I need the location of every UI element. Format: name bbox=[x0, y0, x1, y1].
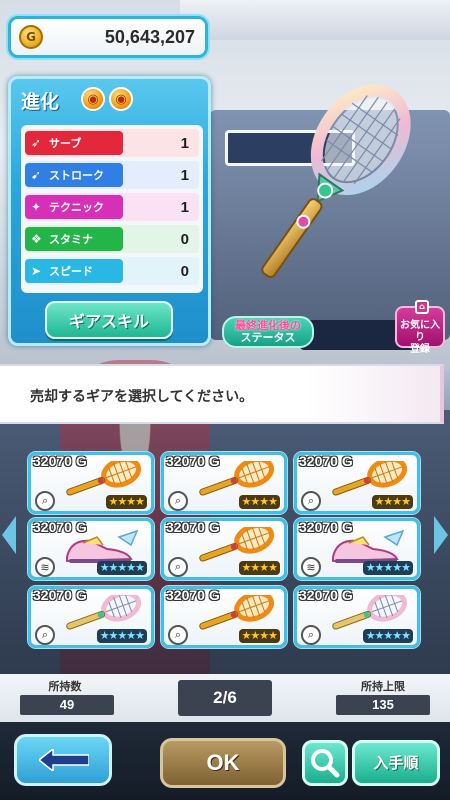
rarity-stars: ★★★★★ bbox=[362, 629, 413, 643]
gold-coin-icon: G bbox=[19, 25, 43, 49]
owned-count-value: 49 bbox=[20, 695, 114, 715]
gear-card[interactable]: 32070 G ⌕ ★★★★ bbox=[28, 452, 154, 514]
rarity-stars: ★★★★★ bbox=[362, 561, 413, 575]
stat-row-stamina: ❖ スタミナ 0 bbox=[25, 225, 199, 253]
featured-racket-image bbox=[261, 84, 411, 279]
gear-sell-price: 32070 G bbox=[166, 453, 220, 469]
stat-label: サーブ bbox=[49, 137, 82, 150]
currency-bar: G 50,643,207 bbox=[8, 16, 208, 58]
gear-sell-price: 32070 G bbox=[299, 453, 353, 469]
rarity-stars: ★★★★ bbox=[238, 629, 280, 643]
stat-label: ストローク bbox=[49, 169, 104, 182]
stat-tag-stroke: ➹ ストローク bbox=[25, 163, 123, 187]
ok-button[interactable]: OK bbox=[160, 738, 286, 788]
instruction-text: 売却するギアを選択してください。 bbox=[30, 389, 254, 405]
gear-card[interactable]: 32070 G ⌕ ★★★★★ bbox=[294, 586, 420, 648]
stat-label: テクニック bbox=[49, 201, 104, 214]
racket-type-icon: ⌕ bbox=[301, 491, 321, 511]
stat-value: 1 bbox=[180, 166, 189, 184]
stamina-icon: ❖ bbox=[31, 232, 42, 246]
serve-icon: ➶ bbox=[31, 136, 42, 150]
stat-row-stroke: ➹ ストローク 1 bbox=[25, 161, 199, 189]
gear-sell-price: 32070 G bbox=[33, 587, 87, 603]
stat-row-technique: ✦ テクニック 1 bbox=[25, 193, 199, 221]
speed-icon: ➤ bbox=[31, 264, 42, 278]
stat-label: スピード bbox=[49, 265, 93, 278]
favorite-label-line1: お気に入り bbox=[400, 320, 440, 343]
rarity-stars: ★★★★ bbox=[238, 561, 280, 575]
stat-value: 1 bbox=[180, 198, 189, 216]
gear-card[interactable]: 32070 G ≋ ★★★★★ bbox=[294, 518, 420, 580]
rarity-stars: ★★★★★ bbox=[96, 561, 147, 575]
gear-card[interactable]: 32070 G ≋ ★★★★★ bbox=[28, 518, 154, 580]
owned-count-label: 所持数 bbox=[48, 680, 82, 693]
gear-sell-price: 32070 G bbox=[33, 453, 87, 469]
gear-card[interactable]: 32070 G ⌕ ★★★★ bbox=[294, 452, 420, 514]
gear-card[interactable]: 32070 G ⌕ ★★★★★ bbox=[28, 586, 154, 648]
back-arrow-icon bbox=[39, 749, 89, 771]
gear-sell-price: 32070 G bbox=[166, 519, 220, 535]
shoes-type-icon: ≋ bbox=[35, 557, 55, 577]
rarity-stars: ★★★★ bbox=[105, 495, 147, 509]
stat-value: 0 bbox=[180, 262, 189, 280]
racket-type-icon: ⌕ bbox=[168, 491, 188, 511]
technique-icon: ✦ bbox=[31, 200, 42, 214]
gear-skill-button[interactable]: ギアスキル bbox=[45, 301, 173, 339]
stat-tag-stamina: ❖ スタミナ bbox=[25, 227, 123, 251]
racket-type-icon: ⌕ bbox=[301, 625, 321, 645]
stat-value: 1 bbox=[180, 134, 189, 152]
gear-sell-price: 32070 G bbox=[166, 587, 220, 603]
rarity-stars: ★★★★ bbox=[371, 495, 413, 509]
currency-amount: 50,643,207 bbox=[104, 26, 195, 47]
gear-card[interactable]: 32070 G ⌕ ★★★★ bbox=[161, 518, 287, 580]
stat-tag-technique: ✦ テクニック bbox=[25, 195, 123, 219]
lock-icon: ⌂ bbox=[415, 300, 429, 314]
evolution-title: 進化 bbox=[21, 91, 60, 113]
gear-sell-price: 32070 G bbox=[33, 519, 87, 535]
stat-list: ➶ サーブ 1 ➹ ストローク 1 ✦ テクニック 1 ❖ スタミナ 0 ➤ ス… bbox=[21, 125, 203, 293]
ceiling bbox=[180, 0, 450, 40]
gear-card[interactable]: 32070 G ⌕ ★★★★ bbox=[161, 452, 287, 514]
favorite-label-line2: 登録 bbox=[410, 344, 430, 355]
gear-card[interactable]: 32070 G ⌕ ★★★★ bbox=[161, 586, 287, 648]
racket-type-icon: ⌕ bbox=[35, 491, 55, 511]
shoes-type-icon: ≋ bbox=[301, 557, 321, 577]
racket-type-icon: ⌕ bbox=[35, 625, 55, 645]
search-icon bbox=[311, 749, 340, 778]
stat-row-serve: ➶ サーブ 1 bbox=[25, 129, 199, 157]
owned-limit-value: 135 bbox=[336, 695, 430, 715]
favorite-button[interactable]: ⌂ お気に入り 登録 bbox=[395, 300, 445, 355]
owned-limit-label: 所持上限 bbox=[361, 680, 405, 693]
evolution-ball-icon: ◉ bbox=[109, 87, 133, 111]
stat-tag-speed: ➤ スピード bbox=[25, 259, 123, 283]
racket-type-icon: ⌕ bbox=[168, 557, 188, 577]
gear-sell-price: 32070 G bbox=[299, 519, 353, 535]
stat-label: スタミナ bbox=[49, 233, 93, 246]
gear-sell-price: 32070 G bbox=[299, 587, 353, 603]
status-button-line2: ステータス bbox=[240, 331, 296, 344]
back-button[interactable] bbox=[14, 734, 112, 786]
rarity-stars: ★★★★★ bbox=[96, 629, 147, 643]
search-button[interactable] bbox=[302, 740, 348, 786]
evolution-panel: 進化 ◉ ◉ ➶ サーブ 1 ➹ ストローク 1 ✦ テクニック 1 ❖ スタミ… bbox=[8, 76, 211, 346]
stat-row-speed: ➤ スピード 0 bbox=[25, 257, 199, 285]
instruction-banner: 売却するギアを選択してください。 bbox=[0, 364, 444, 424]
stroke-icon: ➹ bbox=[31, 168, 42, 182]
page-indicator: 2/6 bbox=[178, 680, 272, 716]
evolution-ball-icon: ◉ bbox=[81, 87, 105, 111]
stat-value: 0 bbox=[180, 230, 189, 248]
footer-bar: OK 入手順 bbox=[0, 722, 450, 800]
sort-order-button[interactable]: 入手順 bbox=[352, 740, 440, 786]
racket-type-icon: ⌕ bbox=[168, 625, 188, 645]
rarity-stars: ★★★★ bbox=[238, 495, 280, 509]
final-evolution-status-button[interactable]: 最終進化後の ステータス bbox=[222, 316, 314, 348]
stat-tag-serve: ➶ サーブ bbox=[25, 131, 123, 155]
